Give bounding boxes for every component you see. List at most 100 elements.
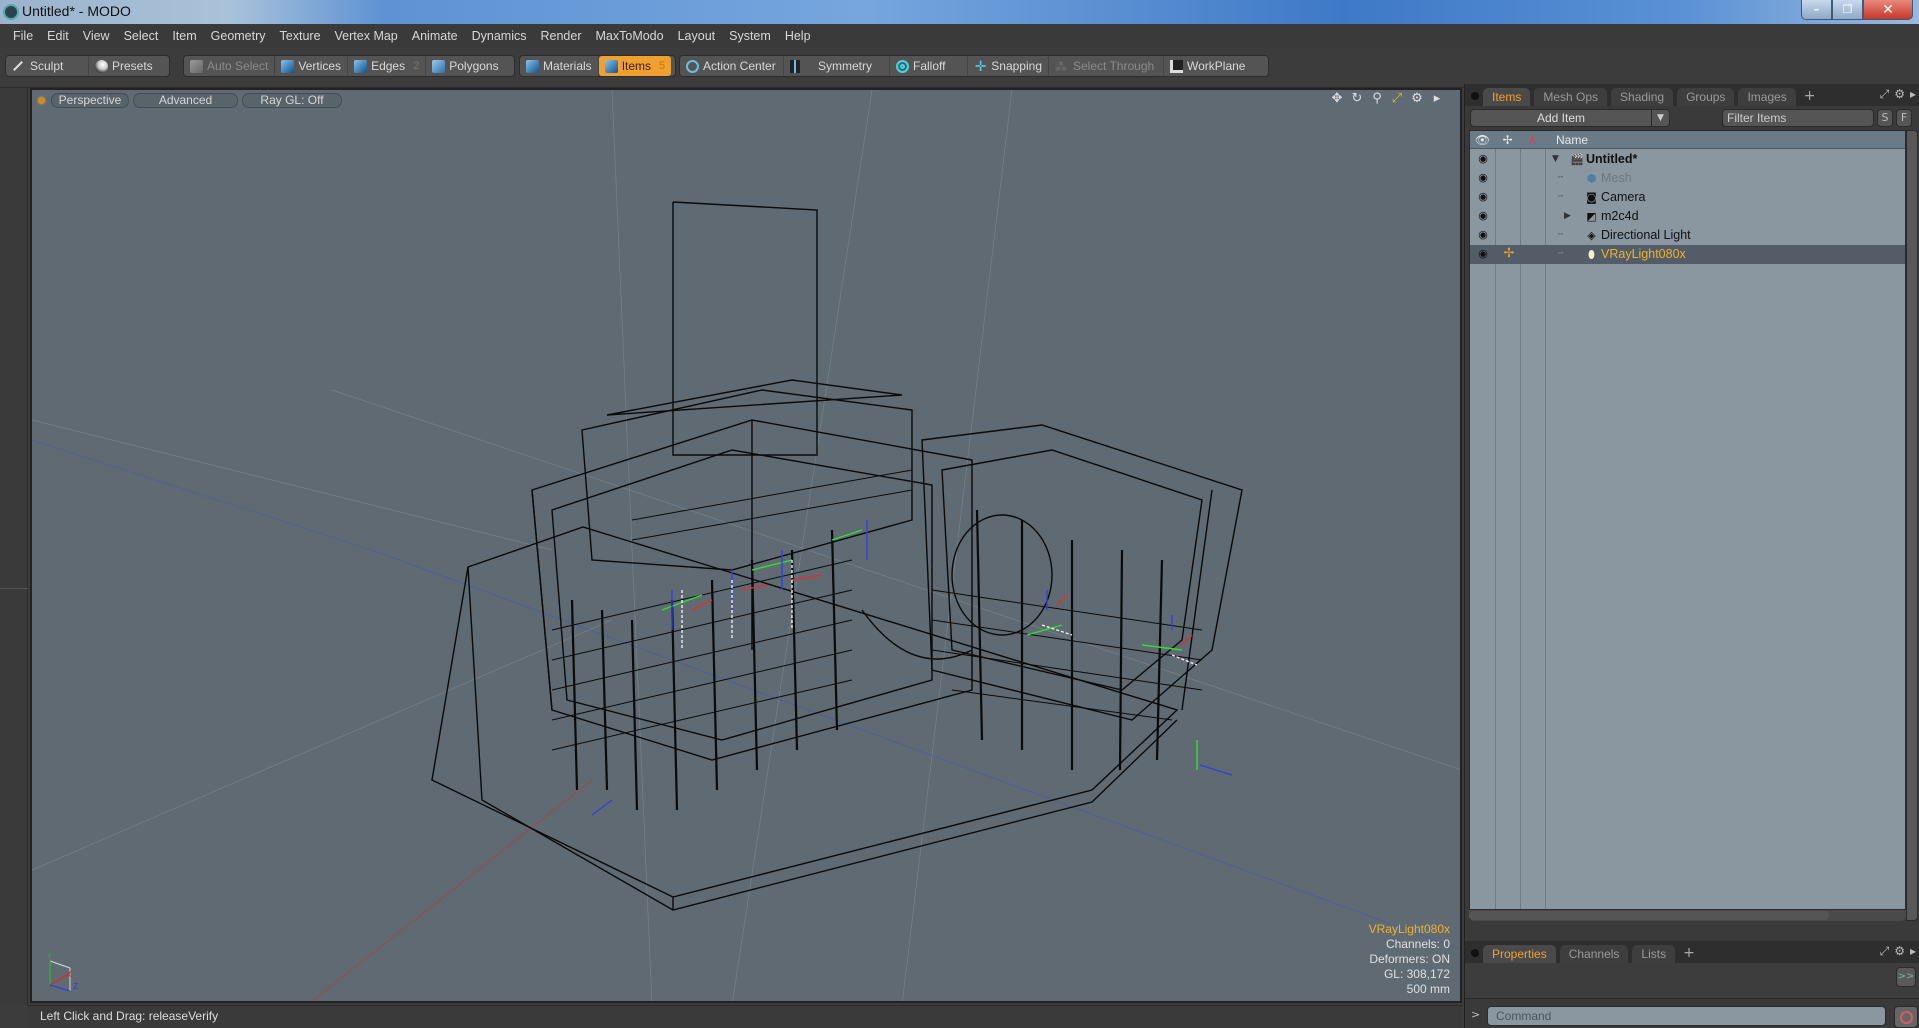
strip-divider[interactable] — [0, 588, 28, 589]
filter-items-input[interactable]: Filter Items — [1722, 109, 1874, 127]
more-arrow-icon[interactable]: ▸ — [1430, 92, 1444, 106]
command-input[interactable]: Command — [1487, 1006, 1886, 1026]
visibility-eye-icon[interactable]: ◉ — [1476, 190, 1490, 204]
items-tree[interactable]: 👁 ✢ ⅄ Name ◉ ▼ 🎬 Untitled* ◉ ┈ ⬢ Mesh ◉ … — [1469, 130, 1906, 910]
visibility-eye-icon[interactable]: ◉ — [1476, 228, 1490, 242]
maximize-panel-icon[interactable]: ⤢ — [1880, 87, 1890, 102]
settings-icon[interactable]: ⚙ — [1410, 92, 1424, 106]
tab-shading[interactable]: Shading — [1611, 88, 1674, 106]
workplane-button[interactable]: WorkPlane — [1164, 56, 1251, 76]
restore-button[interactable]: ❐ — [1832, 0, 1863, 20]
vertices-button[interactable]: Vertices — [275, 56, 349, 76]
tab-mesh-ops[interactable]: Mesh Ops — [1534, 88, 1608, 106]
select-through-button[interactable]: ⁂ Select Through — [1049, 56, 1164, 76]
list-item-untitled[interactable]: ◉ ▼ 🎬 Untitled* — [1470, 150, 1905, 169]
visibility-column-eye-icon[interactable]: 👁 — [1470, 131, 1495, 149]
menu-vertex-map[interactable]: Vertex Map — [328, 29, 405, 43]
menu-geometry[interactable]: Geometry — [204, 29, 273, 43]
menu-file[interactable]: File — [6, 29, 40, 43]
sculpt-button[interactable]: Sculpt — [6, 56, 89, 76]
presets-button[interactable]: Presets — [89, 56, 159, 76]
tab-groups[interactable]: Groups — [1677, 88, 1735, 106]
tab-images[interactable]: Images — [1738, 88, 1796, 106]
add-item-button[interactable]: Add Item ▼ — [1470, 109, 1670, 127]
add-tab-button[interactable]: + — [1683, 945, 1695, 961]
raygl-toggle[interactable]: Ray GL: Off — [242, 92, 342, 108]
menu-texture[interactable]: Texture — [273, 29, 328, 43]
polygons-button[interactable]: Polygons — [426, 56, 504, 76]
maximize-panel-icon[interactable]: ⤢ — [1880, 944, 1890, 959]
f-button[interactable]: F — [1896, 109, 1912, 127]
add-item-label: Add Item — [1536, 111, 1586, 125]
menu-help[interactable]: Help — [778, 29, 818, 43]
auto-select-button[interactable]: Auto Select — [184, 56, 276, 76]
cube-icon — [190, 59, 203, 73]
visibility-eye-icon[interactable]: ◉ — [1476, 171, 1490, 185]
menu-layout[interactable]: Layout — [671, 29, 723, 43]
list-item-camera[interactable]: ◉ ┈ ◙ Camera — [1470, 188, 1905, 207]
list-item-m2c4d[interactable]: ◉ ▶ ◩ m2c4d — [1470, 207, 1905, 226]
view-mode-dropdown[interactable]: Perspective — [51, 92, 129, 108]
materials-button[interactable]: Materials — [520, 56, 599, 76]
visibility-eye-icon[interactable]: ◉ — [1476, 209, 1490, 223]
scrollbar-thumb[interactable] — [1469, 911, 1829, 920]
command-record-button[interactable] — [1894, 1006, 1918, 1028]
tab-lists[interactable]: Lists — [1632, 945, 1676, 963]
item-label: Camera — [1601, 190, 1646, 204]
name-column-header[interactable]: Name — [1556, 131, 1588, 149]
properties-tab-bar: Properties Channels Lists + ⤢ ⚙ ▸ — [1465, 941, 1919, 963]
axis-column-icon[interactable]: ⅄ — [1520, 131, 1545, 149]
menu-select[interactable]: Select — [117, 29, 166, 43]
snapping-button[interactable]: ✛ Snapping — [968, 56, 1049, 76]
s-button[interactable]: S — [1877, 109, 1893, 127]
close-button[interactable]: ✕ — [1863, 0, 1913, 20]
expand-arrow-icon[interactable]: ▶ — [1564, 209, 1574, 223]
items-vertical-scrollbar[interactable] — [1906, 130, 1918, 921]
menu-view[interactable]: View — [76, 29, 117, 43]
symmetry-button[interactable]: Symmetry — [784, 56, 890, 76]
expand-arrow-icon[interactable]: ▼ — [1552, 152, 1562, 166]
channels-readout: Channels: 0 — [1385, 937, 1450, 951]
shading-mode-dropdown[interactable]: Advanced — [133, 92, 238, 108]
fit-view-icon[interactable]: ⤢ — [1390, 92, 1404, 106]
zoom-view-icon[interactable]: ⚲ — [1370, 92, 1384, 106]
visibility-eye-icon[interactable]: ◉ — [1476, 152, 1490, 166]
menu-item[interactable]: Item — [165, 29, 203, 43]
minimize-button[interactable]: – — [1801, 0, 1832, 20]
list-item-directional-light[interactable]: ◉ ┈ ◈ Directional Light — [1470, 226, 1905, 245]
panel-menu-arrow-icon[interactable]: ▸ — [1910, 87, 1916, 102]
expand-properties-button[interactable]: >> — [1896, 967, 1916, 987]
tools-group: Action Center Symmetry Falloff ✛ Snappin… — [679, 55, 1269, 77]
menu-edit[interactable]: Edit — [40, 29, 76, 43]
3d-viewport[interactable]: Perspective Advanced Ray GL: Off ✥ ↻ ⚲ ⤢… — [30, 88, 1462, 1003]
items-button[interactable]: Items 5 — [598, 56, 672, 76]
visibility-eye-icon[interactable]: ◉ — [1476, 247, 1490, 261]
gl-readout: GL: 308,172 — [1383, 967, 1450, 981]
list-item-mesh[interactable]: ◉ ┈ ⬢ Mesh — [1470, 169, 1905, 188]
menu-animate[interactable]: Animate — [405, 29, 465, 43]
menu-system[interactable]: System — [722, 29, 778, 43]
item-lock-icon[interactable]: ✢ — [1502, 247, 1516, 261]
rotate-view-icon[interactable]: ↻ — [1350, 92, 1364, 106]
menu-dynamics[interactable]: Dynamics — [465, 29, 534, 43]
wireframe-scene[interactable] — [32, 90, 1462, 1003]
tab-channels[interactable]: Channels — [1559, 945, 1629, 963]
add-tab-button[interactable]: + — [1804, 88, 1816, 104]
edges-button[interactable]: Edges 2 — [348, 56, 427, 76]
falloff-button[interactable]: Falloff — [890, 56, 968, 76]
items-horizontal-scrollbar[interactable] — [1469, 910, 1906, 921]
panel-settings-icon[interactable]: ⚙ — [1894, 87, 1905, 102]
panel-menu-arrow-icon[interactable]: ▸ — [1910, 944, 1916, 959]
viewport-status-led[interactable] — [38, 96, 45, 104]
tab-properties[interactable]: Properties — [1483, 945, 1556, 963]
menu-render[interactable]: Render — [534, 29, 589, 43]
move-view-icon[interactable]: ✥ — [1330, 92, 1344, 106]
tab-items[interactable]: Items — [1483, 88, 1531, 106]
lock-column-icon[interactable]: ✢ — [1495, 131, 1520, 149]
panel-settings-icon[interactable]: ⚙ — [1894, 944, 1905, 959]
chevron-down-icon[interactable]: ▼ — [1651, 110, 1669, 126]
action-center-button[interactable]: Action Center — [680, 56, 784, 76]
menu-maxtomodo[interactable]: MaxToModo — [589, 29, 671, 43]
list-item-vraylight[interactable]: ◉ ✢ ┈ ⬮ VRayLight080x — [1470, 245, 1905, 264]
items-cube-icon — [604, 59, 618, 73]
